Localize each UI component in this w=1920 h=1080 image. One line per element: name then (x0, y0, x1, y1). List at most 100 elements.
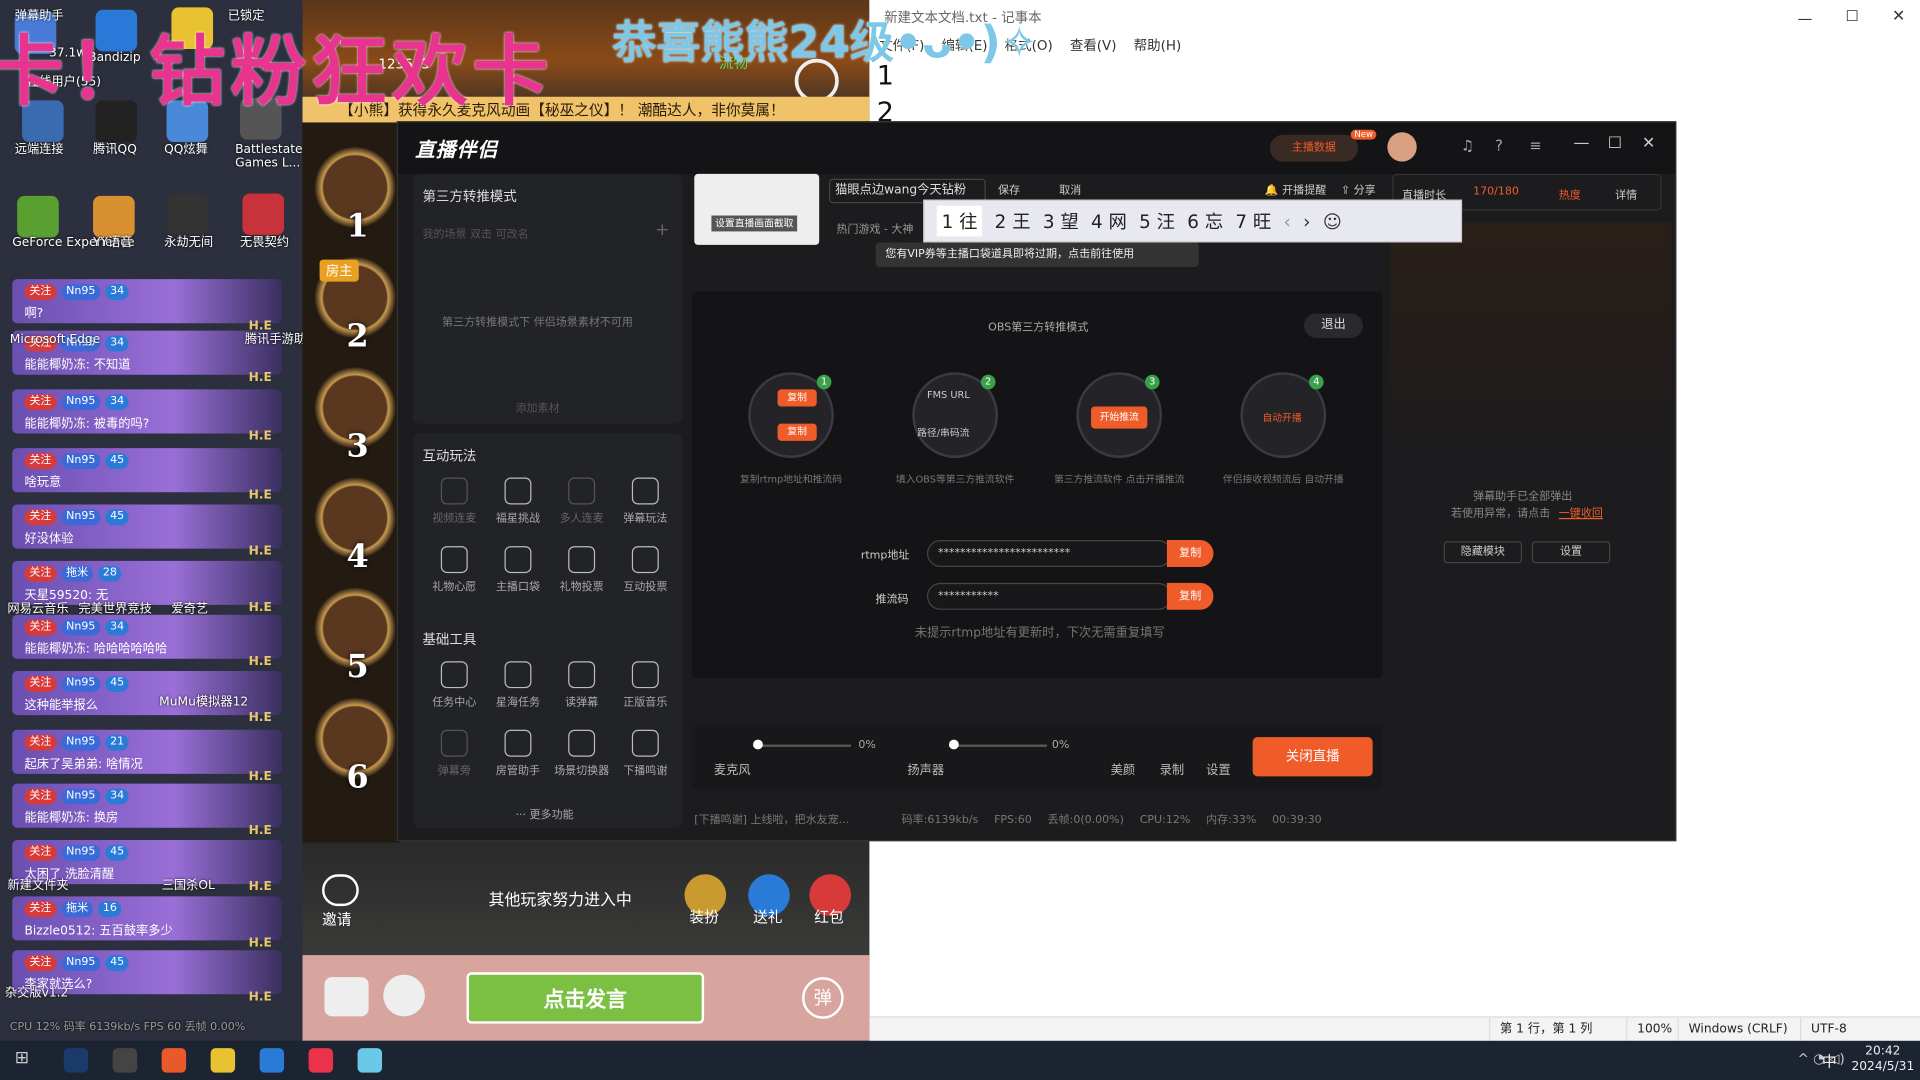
save-button[interactable]: 保存 (998, 181, 1020, 197)
tool-item[interactable]: 读弹幕 (545, 661, 618, 709)
remind-button[interactable]: 🔔 开播提醒 (1265, 181, 1326, 197)
emoji-icon[interactable] (383, 974, 425, 1017)
emoji-icon[interactable]: ☺ (1323, 210, 1342, 232)
ime-candidate[interactable]: 5 汪 (1139, 208, 1175, 234)
drop-frames: 丢帧:0(0.00%) (1047, 814, 1124, 827)
copy-key-button[interactable]: 复制 (1166, 582, 1214, 610)
close-icon[interactable]: ✕ (1642, 135, 1655, 153)
mic-label[interactable]: 麦克风 (714, 759, 751, 777)
keyboard-icon[interactable] (324, 977, 369, 1017)
hide-module-button[interactable]: 隐藏模块 (1443, 541, 1523, 564)
speaker-label[interactable]: 扬声器 (907, 759, 944, 777)
tool-item[interactable]: 礼物心愿 (418, 546, 491, 594)
speaker-slider-knob[interactable] (948, 739, 959, 750)
cancel-button[interactable]: 取消 (1059, 181, 1081, 197)
settings-button[interactable]: 设置 (1206, 759, 1230, 777)
speak-button[interactable]: 点击发言 (466, 972, 705, 1024)
more-functions[interactable]: ··· 更多功能 (516, 806, 574, 821)
geforce-icon[interactable] (17, 195, 59, 238)
steam-icon[interactable] (63, 1048, 89, 1073)
netease-music-icon[interactable] (308, 1048, 334, 1073)
windows-start-icon[interactable]: ⊞ (15, 1048, 29, 1068)
cover-button[interactable]: 设置直播画面截取 (711, 215, 798, 232)
ime-candidate[interactable]: 1 往 (936, 205, 983, 237)
scene-placeholder[interactable]: 我的场景 双击 可改名 (422, 225, 528, 241)
share-button[interactable]: ⇪ 分享 (1341, 181, 1376, 197)
rtmp-field[interactable]: ************************ (926, 540, 1172, 567)
naraka-icon[interactable] (166, 193, 209, 236)
ime-candidate[interactable]: 6 忘 (1187, 208, 1223, 234)
cover-thumbnail[interactable] (694, 173, 820, 245)
tool-item[interactable]: 正版音乐 (609, 661, 682, 709)
exit-button[interactable]: 退出 (1304, 313, 1363, 338)
minimize-button[interactable]: — (1798, 10, 1813, 27)
streamer-icon[interactable] (161, 1048, 187, 1073)
dress-label[interactable]: 装扮 (689, 906, 718, 927)
memory: 内存:33% (1206, 814, 1257, 827)
prev-page-icon[interactable]: ‹ (1284, 210, 1291, 232)
copy-key-small[interactable]: 复制 (777, 423, 817, 441)
detail-button[interactable]: 详情 (1615, 186, 1637, 202)
mumu-icon[interactable] (259, 1048, 285, 1073)
chat-message: 关注 Nn95 34 能能椰奶冻: 哈哈哈哈哈哈 H.E (12, 614, 282, 669)
tool-item[interactable]: 场景切换器 (545, 729, 618, 778)
folder-icon[interactable] (210, 1048, 236, 1073)
close-button[interactable]: ✕ (1892, 7, 1905, 25)
mic-slider[interactable] (753, 744, 852, 747)
danmaku-toggle-icon[interactable]: 弹 (802, 977, 844, 1019)
tool-item[interactable]: 弹幕玩法 (609, 477, 682, 525)
record-button[interactable]: 录制 (1160, 759, 1184, 777)
recall-link[interactable]: 一键收回 (1559, 504, 1603, 520)
ime-candidate[interactable]: 7 旺 (1235, 208, 1271, 234)
key-field[interactable]: *********** (926, 582, 1172, 610)
avatar[interactable] (1387, 132, 1417, 162)
tool-item[interactable]: 视频连麦 (418, 477, 491, 525)
add-scene-icon[interactable]: + (655, 220, 669, 240)
tool-item[interactable]: 房管助手 (481, 729, 554, 778)
danmu-settings-button[interactable]: 设置 (1531, 541, 1611, 564)
mic-slider-knob[interactable] (753, 739, 763, 750)
category[interactable]: 热门游戏 - 大神 (836, 220, 913, 236)
copy-rtmp-button[interactable]: 复制 (1166, 540, 1214, 567)
maximize-icon[interactable]: ☐ (1608, 135, 1622, 153)
tool-item[interactable]: 互动投票 (609, 546, 682, 594)
tool-item[interactable]: 弹幕旁 (418, 729, 491, 778)
footer-message[interactable]: [下播鸣谢] 上线啦，把水友宠... (694, 814, 849, 826)
menu-item[interactable]: 查看(V) (1070, 38, 1117, 54)
streamer-data-button[interactable]: 主播数据 (1269, 134, 1358, 162)
mode-select[interactable]: 第三方转推模式 (422, 186, 516, 206)
maximize-button[interactable]: ☐ (1846, 7, 1859, 24)
help-icon[interactable]: ? (1495, 137, 1503, 154)
tool-item[interactable]: 主播口袋 (481, 546, 554, 594)
invite-label[interactable]: 邀请 (322, 909, 351, 930)
yy-icon[interactable] (93, 195, 135, 238)
tool-item[interactable]: 下播鸣谢 (609, 729, 682, 778)
menu-item[interactable]: 帮助(H) (1134, 38, 1182, 54)
clock[interactable]: 20:42 2024/5/31 (1851, 1043, 1914, 1075)
ime-candidate[interactable]: 3 望 (1043, 208, 1079, 234)
tool-item[interactable]: 福星挑战 (481, 477, 554, 525)
stop-live-button[interactable]: 关闭直播 (1252, 737, 1373, 777)
next-page-icon[interactable]: › (1303, 210, 1310, 232)
vip-notice[interactable]: 您有VIP券等主播口袋道具即将过期，点击前往使用 (875, 242, 1199, 267)
wechat-icon[interactable] (322, 874, 359, 907)
ime-candidate[interactable]: 2 王 (995, 208, 1031, 234)
redpack-label[interactable]: 红包 (814, 906, 843, 927)
headset-icon[interactable]: ♫ (1461, 137, 1474, 154)
notepad-icon[interactable] (357, 1048, 383, 1073)
menu-icon[interactable]: ≡ (1529, 137, 1541, 154)
tool-item[interactable]: 多人连麦 (545, 477, 618, 525)
gift-label[interactable]: 送礼 (753, 906, 782, 927)
add-source[interactable]: 添加素材 (516, 399, 560, 415)
copy-rtmp-small[interactable]: 复制 (777, 389, 817, 407)
beauty-button[interactable]: 美颜 (1111, 759, 1135, 777)
tool-item[interactable]: 礼物投票 (545, 546, 618, 594)
valorant-icon[interactable] (242, 193, 285, 236)
obs-icon[interactable] (112, 1048, 138, 1073)
tool-item[interactable]: 星海任务 (481, 661, 554, 709)
tool-item[interactable]: 任务中心 (418, 661, 491, 709)
ime-candidate[interactable]: 4 网 (1091, 208, 1127, 234)
speaker-slider[interactable] (948, 744, 1047, 747)
minimize-icon[interactable]: — (1573, 135, 1589, 153)
ime-indicator[interactable]: 中 (1822, 1051, 1837, 1072)
